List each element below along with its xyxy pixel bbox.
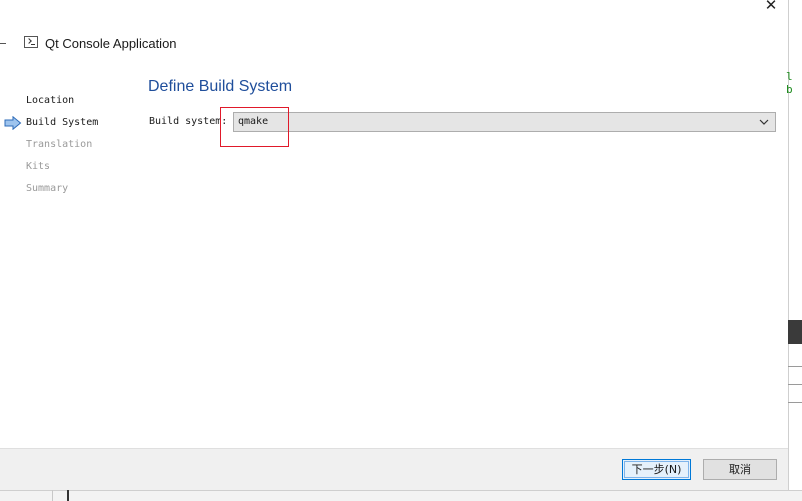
dialog-footer: 下一步(N) 取消 bbox=[0, 448, 788, 490]
nav-step-summary: Summary bbox=[0, 180, 130, 202]
background-divider bbox=[788, 402, 802, 403]
cancel-button[interactable]: 取消 bbox=[703, 459, 777, 480]
page-title: Define Build System bbox=[148, 78, 293, 95]
nav-step-label: Kits bbox=[26, 161, 51, 172]
background-divider bbox=[52, 490, 53, 501]
background-code-snippet: l b bbox=[786, 70, 793, 96]
wizard-steps-nav: Location Build System Translation Kits S… bbox=[0, 92, 130, 202]
nav-step-label: Summary bbox=[26, 183, 69, 194]
build-system-value: qmake bbox=[238, 116, 269, 127]
console-icon bbox=[24, 36, 38, 48]
background-divider bbox=[67, 490, 69, 501]
background-statusbar bbox=[0, 490, 802, 501]
nav-step-label: Translation bbox=[26, 139, 93, 150]
background-divider bbox=[788, 366, 802, 367]
nav-step-location: Location bbox=[0, 92, 130, 114]
next-button-label: 下一步(N) bbox=[631, 463, 682, 476]
next-button[interactable]: 下一步(N) bbox=[622, 459, 691, 480]
wizard-title: Qt Console Application bbox=[45, 36, 177, 51]
background-divider bbox=[788, 384, 802, 385]
nav-step-label: Build System bbox=[26, 117, 99, 128]
new-project-wizard-dialog: ✕ Qt Console Application Location Build … bbox=[0, 0, 788, 490]
arrow-right-icon bbox=[4, 116, 22, 130]
nav-step-kits: Kits bbox=[0, 158, 130, 180]
background-dark-panel bbox=[788, 320, 802, 344]
cancel-button-label: 取消 bbox=[729, 463, 751, 476]
nav-step-build-system: Build System bbox=[0, 114, 130, 136]
close-button[interactable]: ✕ bbox=[758, 0, 784, 14]
nav-step-translation: Translation bbox=[0, 136, 130, 158]
divider bbox=[0, 43, 6, 44]
nav-step-label: Location bbox=[26, 95, 75, 106]
build-system-label: Build system: bbox=[149, 116, 228, 127]
build-system-select[interactable]: qmake bbox=[233, 112, 776, 132]
wizard-header: Qt Console Application bbox=[0, 34, 400, 54]
chevron-down-icon bbox=[759, 119, 769, 125]
